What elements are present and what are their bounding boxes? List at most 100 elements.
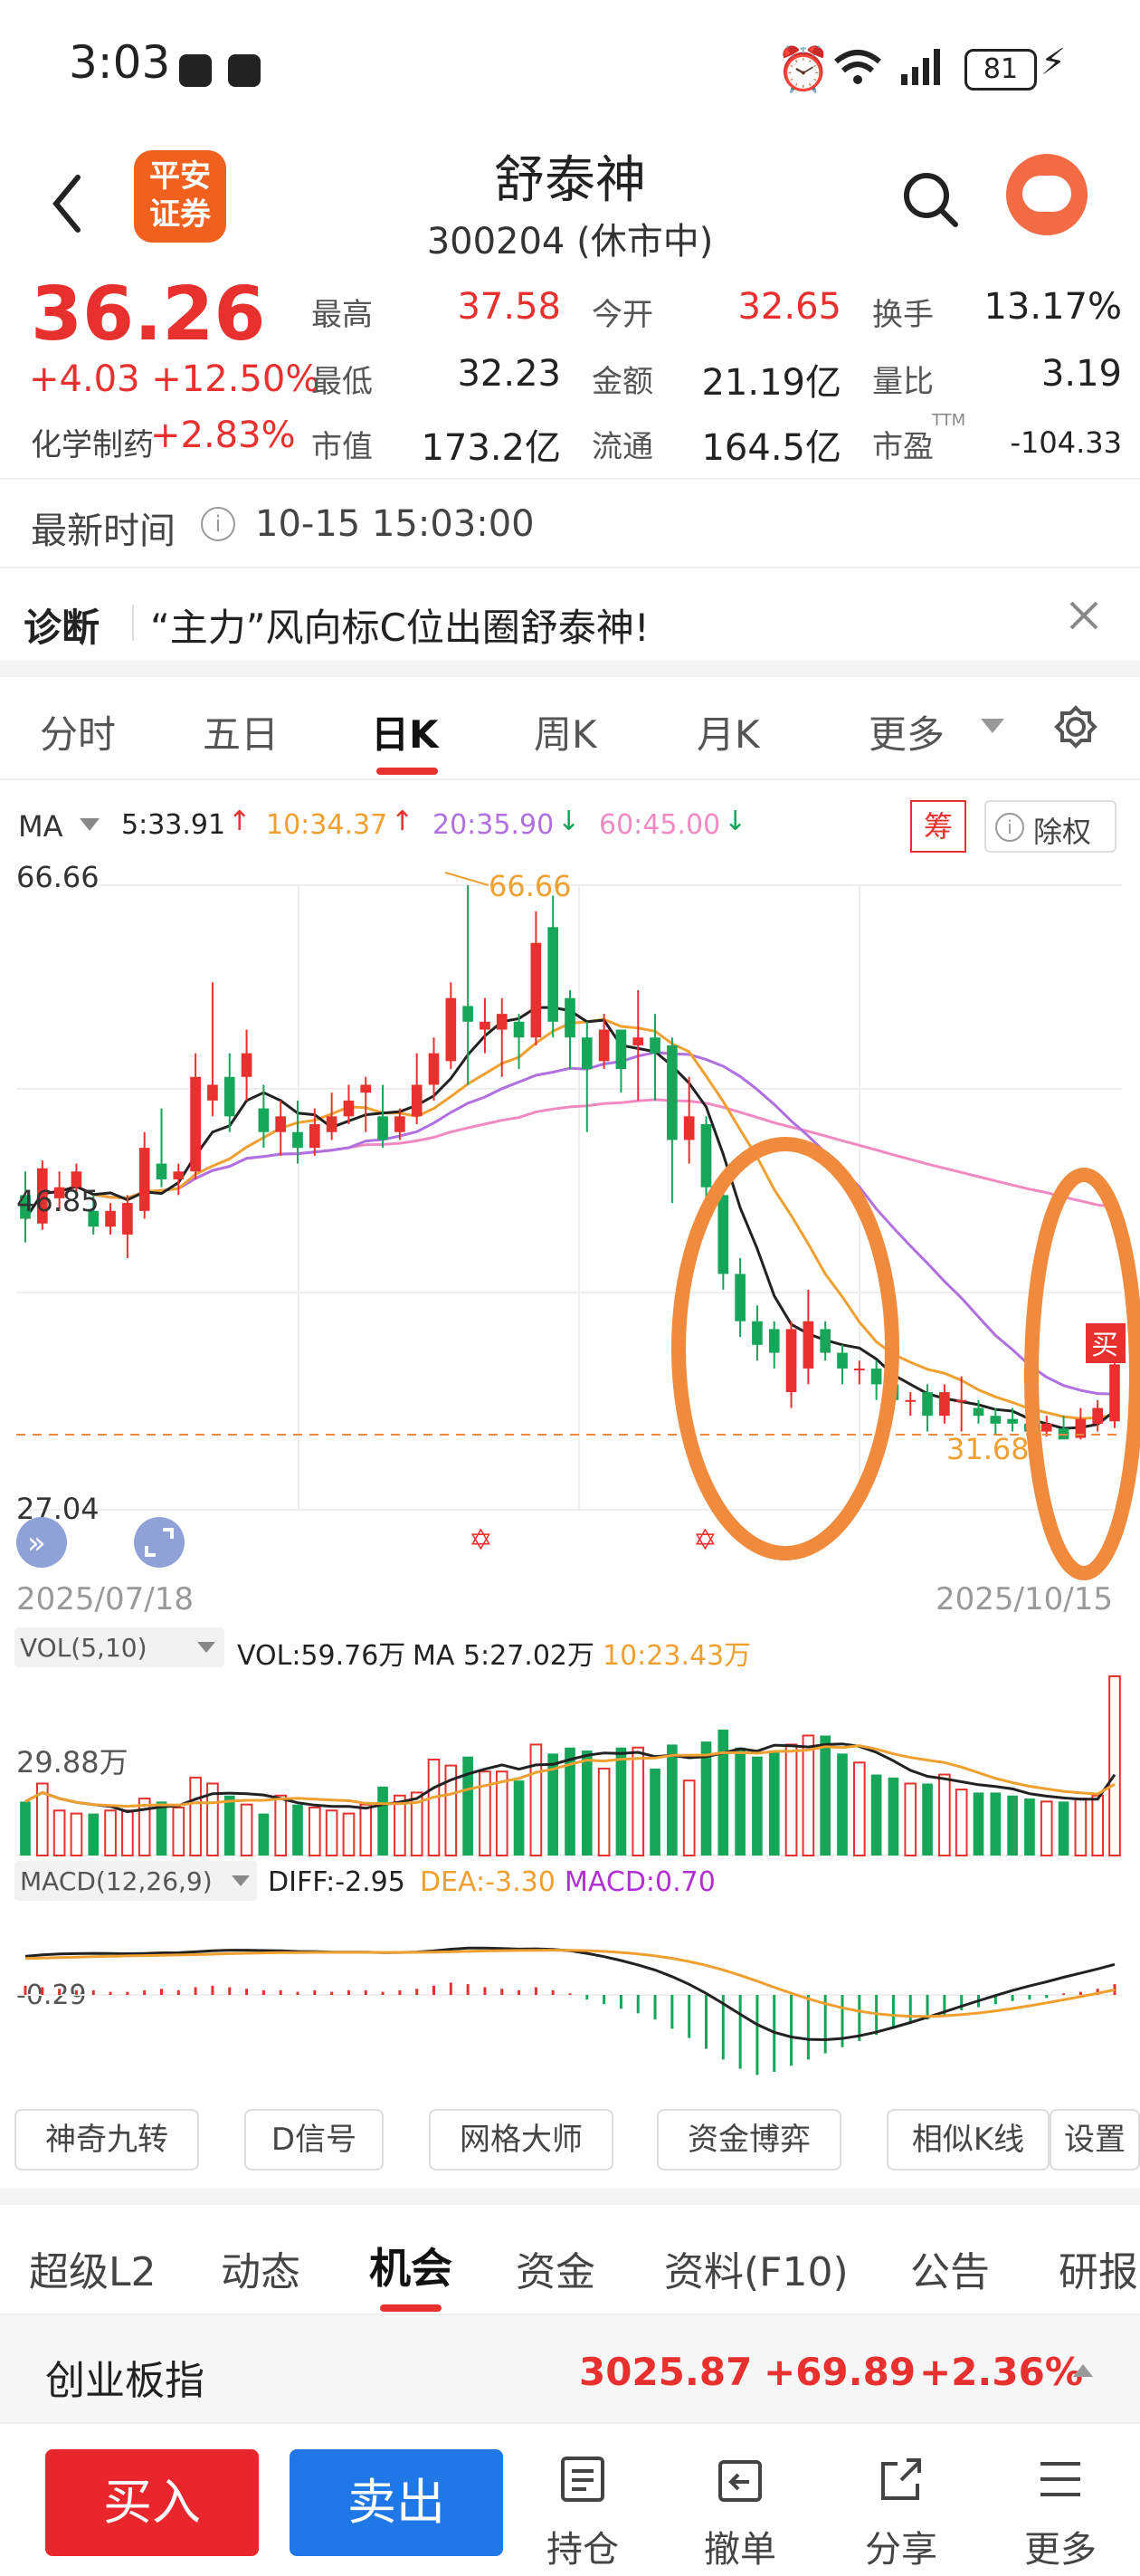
chevron-up-icon[interactable] (1071, 2362, 1095, 2379)
ma-dropdown-icon[interactable] (78, 816, 101, 833)
adjust-button[interactable]: i 除权 (984, 800, 1116, 853)
volume-bar (292, 1804, 303, 1856)
info-icon: i (995, 813, 1024, 842)
candle-body (768, 1329, 780, 1353)
volume-bar (240, 1803, 253, 1856)
tab-announcements[interactable]: 公告 (910, 2239, 990, 2297)
candle-body (939, 1392, 950, 1417)
vol-indicator-selector[interactable]: VOL(5,10) (14, 1627, 224, 1667)
status-bar: 3:03 ⏰ 81 ⚡ (0, 0, 1140, 136)
tab-news[interactable]: 动态 (221, 2239, 300, 2297)
tab-more[interactable]: 更多 (869, 704, 945, 759)
close-icon[interactable] (1066, 597, 1102, 634)
low-label: 最低 (311, 364, 373, 400)
event-star-icon[interactable]: ✡ (693, 1522, 717, 1557)
undo-icon (718, 2460, 762, 2502)
info-icon[interactable]: i (201, 507, 235, 541)
ma60-line (24, 1098, 1116, 1220)
tab-intraday[interactable]: 分时 (40, 704, 116, 759)
volume-bar (870, 1774, 882, 1856)
tool-d-signal[interactable]: D信号 (244, 2109, 384, 2171)
candlestick-chart[interactable]: 66.66 46.85 27.04 66.66 31.68 买 ✡ ✡ » 20… (0, 851, 1140, 1629)
menu-icon (1040, 2462, 1080, 2496)
chip-button[interactable]: 筹 (910, 800, 966, 853)
back-icon[interactable] (49, 172, 85, 235)
volume-chart[interactable]: 29.88万 (0, 1671, 1140, 1861)
tab-daily-k[interactable]: 日K (371, 704, 439, 759)
active-tab-indicator (380, 2304, 442, 2312)
candle-body (837, 1352, 848, 1369)
last-price: 36.26 (31, 272, 266, 358)
tab-super-l2[interactable]: 超级L2 (29, 2239, 157, 2297)
candle-body (530, 942, 542, 1038)
candle-body (820, 1329, 831, 1353)
assistant-avatar[interactable] (1006, 154, 1088, 235)
mcap-value: 173.2亿 (421, 427, 561, 469)
volume-bar (138, 1798, 151, 1856)
candle-body (1040, 1423, 1052, 1432)
search-icon[interactable] (899, 168, 963, 232)
candle-body (990, 1416, 1002, 1424)
diagnosis-text[interactable]: “主力”风向标C位出圈舒泰神! (150, 597, 650, 653)
volume-bar (462, 1756, 473, 1856)
ma20-value: 20:35.90 (432, 809, 555, 841)
ma10-up-arrow: ↑ (391, 806, 414, 837)
volume-bar (325, 1809, 338, 1857)
tool-grid-master[interactable]: 网格大师 (429, 2109, 613, 2171)
volume-bar (172, 1806, 185, 1856)
gear-icon[interactable] (1053, 704, 1098, 749)
tab-capital[interactable]: 资金 (516, 2239, 595, 2297)
cancel-order-button[interactable]: 撤单 (695, 2451, 785, 2571)
share-button[interactable]: 分享 (856, 2451, 946, 2571)
sell-button[interactable]: 卖出 (290, 2449, 503, 2556)
volume-bar (529, 1743, 543, 1856)
volume-bar (359, 1803, 373, 1856)
macd-indicator-selector[interactable]: MACD(12,26,9) (14, 1861, 257, 1901)
candle-body (513, 1021, 525, 1038)
positions-label: 持仓 (546, 2529, 619, 2571)
document-icon (561, 2457, 604, 2502)
quote-panel: 36.26 +4.03 +12.50% 化学制药 +2.83% 最高 37.58… (0, 272, 1140, 480)
fullscreen-button[interactable] (134, 1517, 185, 1568)
candle-body (173, 1171, 185, 1179)
tab-opportunity[interactable]: 机会 (369, 2236, 452, 2295)
tab-profile-f10[interactable]: 资料(F10) (664, 2239, 849, 2297)
volume-bar (852, 1761, 866, 1856)
tool-similar-k[interactable]: 相似K线 (887, 2109, 1050, 2171)
ma20-path (24, 1051, 1116, 1396)
macd-chart[interactable]: -0.29 (0, 1904, 1140, 2094)
event-star-icon[interactable]: ✡ (469, 1522, 493, 1557)
more-button[interactable]: 更多 (1015, 2451, 1106, 2571)
vol-label: VOL(5,10) (20, 1633, 147, 1663)
candle-body (717, 1195, 729, 1274)
chevron-down-icon (197, 1642, 215, 1653)
ma5-value: 5:33.91 (121, 809, 226, 841)
tool-magic-nine[interactable]: 神奇九转 (14, 2109, 199, 2171)
candle-body (480, 1021, 490, 1030)
candle-body (394, 1116, 405, 1132)
candle-body (1109, 1364, 1120, 1422)
divider (0, 567, 1140, 568)
content-tabs: 超级L2 动态 机会 资金 资料(F10) 公告 研报 (0, 2205, 1140, 2314)
tab-research[interactable]: 研报 (1059, 2239, 1138, 2297)
low-value: 32.23 (457, 353, 561, 395)
volume-bar (784, 1743, 798, 1856)
index-change: +69.89 (764, 2350, 917, 2394)
positions-button[interactable]: 持仓 (537, 2451, 628, 2571)
tool-settings[interactable]: 设置 (1050, 2109, 1140, 2171)
tab-five-day[interactable]: 五日 (203, 704, 279, 759)
price-change: +4.03 +12.50% (29, 358, 320, 400)
index-ticker[interactable]: 创业板指 3025.87 +69.89 +2.36% (0, 2315, 1140, 2422)
tool-fund-game[interactable]: 资金博弈 (657, 2109, 841, 2171)
buy-button[interactable]: 买入 (45, 2449, 259, 2556)
tab-weekly-k[interactable]: 周K (534, 704, 597, 759)
active-tab-indicator (376, 768, 438, 775)
battery-level: 81 (983, 53, 1019, 85)
volume-bar (682, 1779, 696, 1856)
candle-body (122, 1203, 133, 1235)
ma60-path (24, 1098, 1116, 1220)
ma-label[interactable]: MA (18, 809, 63, 844)
chevron-down-icon (981, 719, 1004, 733)
tab-monthly-k[interactable]: 月K (697, 704, 760, 759)
volume-bar (650, 1768, 660, 1856)
